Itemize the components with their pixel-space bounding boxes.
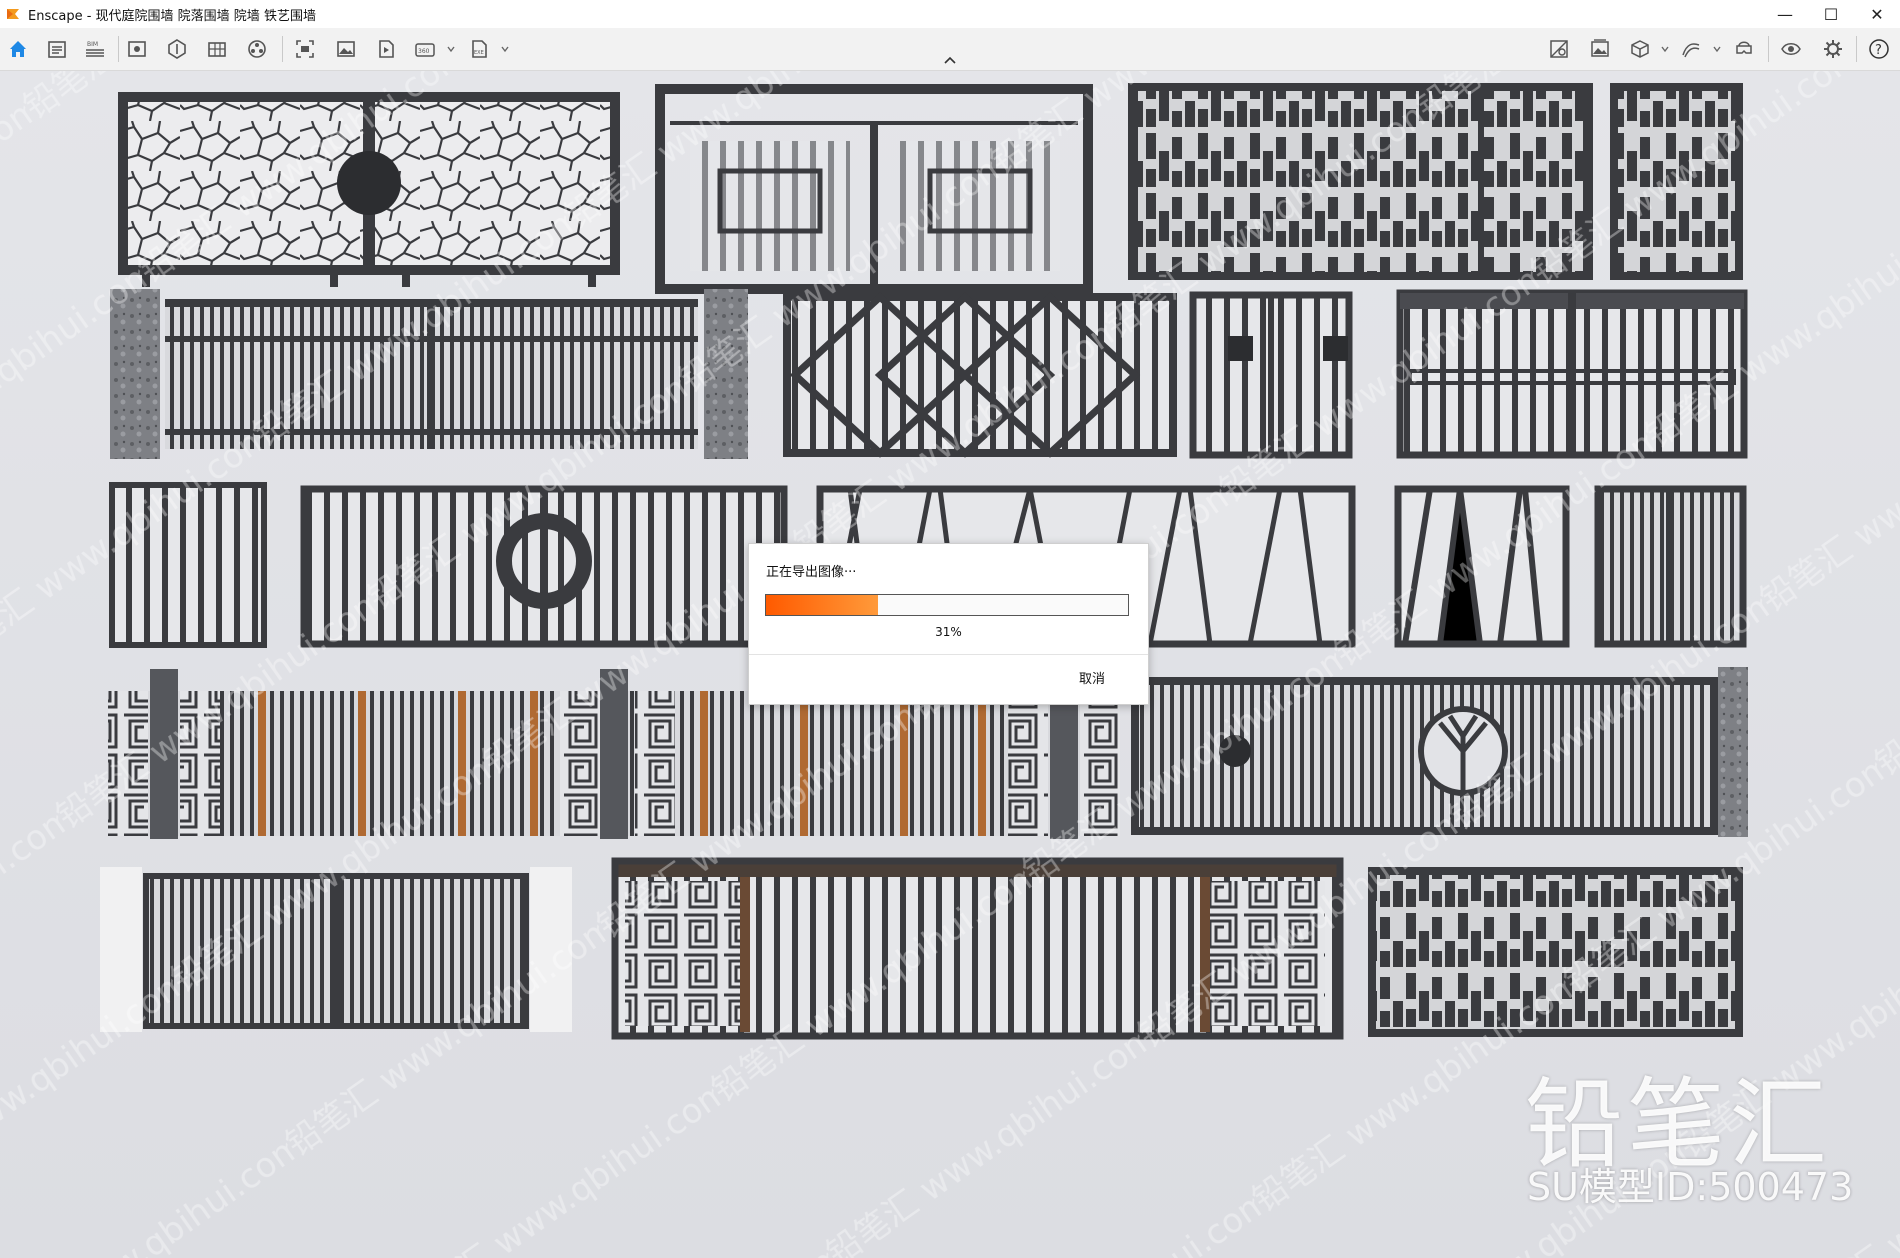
image-export-icon[interactable] bbox=[333, 36, 359, 62]
progress-bar bbox=[765, 594, 1129, 616]
settings-icon[interactable] bbox=[1820, 36, 1846, 62]
minimize-button[interactable]: — bbox=[1762, 0, 1808, 28]
image-gallery-icon[interactable] bbox=[1587, 36, 1613, 62]
panorama-label: 360 bbox=[418, 48, 430, 55]
progress-percent: 31% bbox=[935, 625, 962, 639]
export-status-text: 正在导出图像··· bbox=[766, 565, 857, 580]
panorama-export-icon[interactable]: 360 bbox=[412, 36, 438, 62]
cancel-button[interactable]: 取消 bbox=[1079, 668, 1105, 687]
project-icon[interactable] bbox=[44, 36, 70, 62]
dialog-divider bbox=[749, 654, 1148, 655]
video-export-icon[interactable] bbox=[373, 36, 399, 62]
toolbar-separator bbox=[118, 36, 119, 62]
screenshot-icon[interactable] bbox=[292, 36, 318, 62]
chevron-down-icon[interactable] bbox=[1712, 42, 1722, 56]
eye-icon[interactable] bbox=[1778, 36, 1804, 62]
bim-icon[interactable]: BIM bbox=[82, 36, 108, 62]
toolbar-separator bbox=[282, 36, 283, 62]
site-context-icon[interactable] bbox=[244, 36, 270, 62]
vr-headset-icon[interactable] bbox=[1731, 36, 1757, 62]
chevron-down-icon[interactable] bbox=[500, 42, 510, 56]
chevron-down-icon[interactable] bbox=[1660, 42, 1670, 56]
cube-view-icon[interactable] bbox=[1627, 36, 1653, 62]
home-icon[interactable] bbox=[5, 36, 31, 62]
close-button[interactable]: ✕ bbox=[1854, 0, 1900, 28]
collapse-toolbar-icon[interactable] bbox=[943, 54, 957, 66]
chevron-down-icon[interactable] bbox=[446, 42, 456, 56]
maximize-button[interactable]: ☐ bbox=[1808, 0, 1854, 28]
materials-icon[interactable] bbox=[204, 36, 230, 62]
views-icon[interactable] bbox=[124, 36, 150, 62]
progress-bar-fill bbox=[766, 595, 879, 615]
model-id-watermark: SU模型ID:500473 bbox=[1527, 1165, 1854, 1209]
exe-export-icon[interactable]: EXE bbox=[466, 36, 492, 62]
main-toolbar: BIM 360 EXE ? bbox=[0, 28, 1900, 71]
help-label: ? bbox=[1875, 43, 1882, 58]
enscape-logo-icon bbox=[7, 9, 19, 19]
exe-label: EXE bbox=[474, 50, 484, 56]
help-icon[interactable]: ? bbox=[1866, 36, 1892, 62]
window-title: Enscape - 现代庭院围墙 院落围墙 院墙 铁艺围墙 bbox=[28, 8, 316, 24]
sketch-icon[interactable] bbox=[1678, 36, 1704, 62]
title-bar: Enscape - 现代庭院围墙 院落围墙 院墙 铁艺围墙 — ☐ ✕ bbox=[0, 0, 1900, 28]
asset-library-icon[interactable] bbox=[164, 36, 190, 62]
visual-settings-icon[interactable] bbox=[1546, 36, 1572, 62]
export-progress-dialog: 正在导出图像··· 31% 取消 bbox=[748, 543, 1149, 705]
toolbar-separator bbox=[1768, 36, 1769, 62]
bim-label: BIM bbox=[87, 41, 98, 48]
toolbar-separator bbox=[1856, 36, 1857, 62]
